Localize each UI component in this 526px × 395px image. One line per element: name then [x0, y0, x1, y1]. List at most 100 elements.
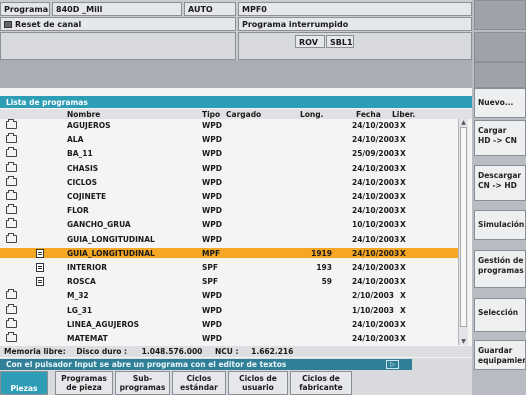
- table-row[interactable]: ALA WPD 24/10/2003 X: [0, 133, 458, 145]
- cell-release: X: [400, 291, 406, 301]
- channel-status: Reset de canal: [0, 17, 236, 31]
- cell-type: WPD: [202, 177, 222, 187]
- table-row[interactable]: LG_31 WPD 1/10/2003 X: [0, 303, 458, 316]
- cell-date: 24/10/2003: [352, 135, 400, 145]
- cell-name: GUIA_LONGITUDINAL: [67, 234, 155, 244]
- folder-icon: [6, 289, 17, 300]
- col-length: Long.: [300, 110, 324, 119]
- cell-release: X: [400, 319, 406, 329]
- header-area: Programa 840D _Mill AUTO MPF0 Reset de c…: [0, 0, 472, 88]
- softkey-bottom-4[interactable]: Ciclos estándar: [172, 371, 226, 395]
- scroll-up-icon[interactable]: ▲: [460, 119, 467, 126]
- table-header: Nombre Tipo Cargado Long. Fecha Liber.: [0, 109, 472, 119]
- col-date: Fecha: [356, 110, 381, 119]
- table-row[interactable]: COJINETE WPD 24/10/2003 X: [0, 190, 458, 202]
- program-list-panel: Lista de programas Nombre Tipo Cargado L…: [0, 88, 472, 358]
- channel-reset-text: Reset de canal: [15, 20, 82, 29]
- softkey-blank-3: [474, 62, 526, 88]
- table-row[interactable]: GUIA_LONGITUDINAL MPF 1919 24/10/2003 X: [0, 247, 458, 259]
- table-row[interactable]: AGUJEROS WPD 24/10/2003 X: [0, 119, 458, 131]
- cell-name: COJINETE: [67, 192, 107, 201]
- softkey-right-3[interactable]: Descargar CN -> HD: [474, 165, 526, 201]
- cell-date: 24/10/2003: [352, 277, 400, 287]
- cell-type: WPD: [202, 192, 222, 201]
- table-row[interactable]: FLOR WPD 24/10/2003 X: [0, 204, 458, 216]
- rov-flag: ROV: [295, 35, 325, 48]
- folder-icon: [6, 119, 17, 129]
- cell-release: X: [400, 334, 406, 343]
- table-row[interactable]: GANCHO_GRUA WPD 10/10/2003 X: [0, 218, 458, 230]
- cell-release: X: [400, 177, 406, 187]
- cell-date: 24/10/2003: [352, 263, 400, 272]
- softkey-right-1[interactable]: Nuevo...: [474, 88, 526, 118]
- table-row[interactable]: ROSCA SPF 59 24/10/2003 X: [0, 276, 458, 287]
- softkey-bottom-1[interactable]: Piezas: [0, 371, 48, 395]
- header-strip: [0, 60, 472, 88]
- cell-name: ROSCA: [67, 277, 96, 287]
- table-row[interactable]: LINEA_AGUJEROS WPD 24/10/2003 X: [0, 317, 458, 330]
- table-row[interactable]: CHASIS WPD 24/10/2003 X: [0, 161, 458, 174]
- cell-name: CICLOS: [67, 177, 98, 187]
- mode-indicator: AUTO: [184, 2, 236, 16]
- program-label: Programa: [0, 2, 50, 16]
- reset-icon: [4, 21, 12, 28]
- scroll-thumb[interactable]: [460, 127, 467, 327]
- cell-type: WPD: [202, 234, 222, 244]
- cell-name: CHASIS: [67, 163, 99, 173]
- table-row[interactable]: CICLOS WPD 24/10/2003 X: [0, 175, 458, 188]
- panel-title: Lista de programas: [0, 96, 472, 108]
- cell-type: WPD: [202, 163, 222, 173]
- cell-date: 24/10/2003: [352, 248, 400, 258]
- cell-release: X: [400, 263, 406, 272]
- disk-label: Disco duro :: [76, 347, 128, 356]
- table-row[interactable]: M_32 WPD 2/10/2003 X: [0, 289, 458, 301]
- folder-icon: [6, 332, 17, 342]
- softkey-right-2[interactable]: Cargar HD -> CN: [474, 120, 526, 156]
- cell-type: MPF: [202, 248, 221, 258]
- softkey-right-4[interactable]: Simulación: [474, 210, 526, 240]
- cell-date: 24/10/2003: [352, 319, 400, 329]
- scroll-down-icon[interactable]: ▼: [460, 338, 467, 345]
- program-status: Programa interrumpido: [238, 17, 472, 31]
- cell-name: GANCHO_GRUA: [67, 220, 131, 230]
- active-program-name: MPF0: [238, 2, 472, 16]
- hint-arrow-icon[interactable]: ▷: [386, 360, 399, 369]
- table-row[interactable]: MATEMAT WPD 24/10/2003 X: [0, 332, 458, 344]
- cell-type: WPD: [202, 305, 222, 315]
- softkey-right-6[interactable]: Selección: [474, 298, 526, 332]
- cell-length: 193: [316, 263, 332, 272]
- cell-release: X: [400, 220, 406, 230]
- cell-length: 1919: [311, 248, 332, 258]
- folder-icon: [6, 147, 17, 158]
- cell-date: 24/10/2003: [352, 121, 400, 130]
- list-scrollbar[interactable]: ▲ ▼: [458, 119, 468, 345]
- folder-icon: [6, 317, 17, 328]
- table-row[interactable]: INTERIOR SPF 193 24/10/2003 X: [0, 262, 458, 273]
- cell-release: X: [400, 149, 406, 159]
- cell-name: BA_11: [67, 149, 93, 159]
- cell-length: 59: [321, 277, 332, 287]
- table-row[interactable]: BA_11 WPD 25/09/2003 X: [0, 147, 458, 159]
- cell-type: WPD: [202, 291, 222, 301]
- cell-release: X: [400, 121, 406, 130]
- softkey-blank-1: [474, 0, 526, 30]
- cell-date: 2/10/2003: [352, 291, 395, 301]
- hint-bar: Con el pulsador Input se abre un program…: [0, 359, 412, 370]
- softkey-bottom-6[interactable]: Ciclos de fabricante: [290, 371, 352, 395]
- cell-date: 1/10/2003: [352, 305, 395, 315]
- softkey-blank-2: [474, 32, 526, 62]
- softkey-bottom-5[interactable]: Ciclos de usuario: [228, 371, 288, 395]
- folder-icon: [6, 175, 17, 186]
- disk-value: 1.048.576.000: [141, 347, 203, 356]
- folder-icon: [6, 133, 17, 144]
- softkey-bottom-3[interactable]: Sub- programas: [115, 371, 170, 395]
- softkey-bottom-2[interactable]: Programas de pieza: [55, 371, 113, 395]
- memory-label: Memoria libre:: [4, 347, 66, 356]
- cell-date: 24/10/2003: [352, 163, 400, 173]
- softkey-right-5[interactable]: Gestión de programas: [474, 250, 526, 288]
- table-row[interactable]: GUIA_LONGITUDINAL WPD 24/10/2003 X: [0, 232, 458, 245]
- cell-type: SPF: [202, 277, 219, 287]
- cell-name: LG_31: [67, 305, 93, 315]
- cell-type: WPD: [202, 206, 222, 216]
- softkey-right-7[interactable]: Guardar equipamiento: [474, 340, 526, 370]
